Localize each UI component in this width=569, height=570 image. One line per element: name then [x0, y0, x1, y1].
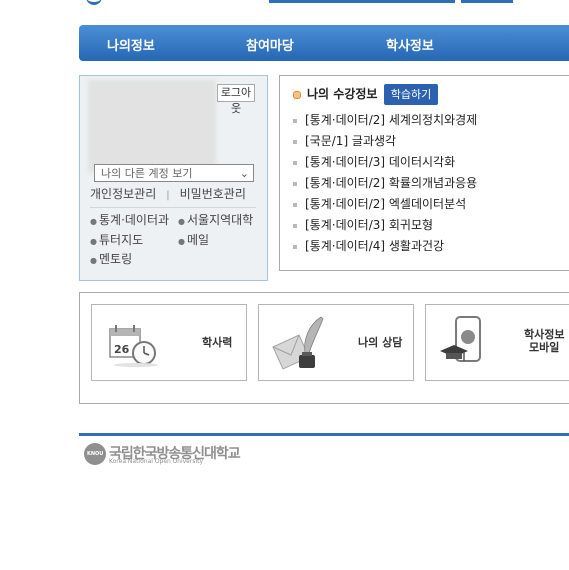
mobile-label: 학사정보 모바일 [524, 328, 564, 354]
footer-divider [79, 433, 569, 436]
bullet-icon: ● [178, 217, 185, 226]
service-label: 튜터지도 [98, 233, 144, 247]
service-label: 서울지역대학 [186, 213, 254, 227]
bullet-icon [293, 202, 297, 207]
course-item[interactable]: [통계·데이터/2] 엑셀데이터분석 [293, 195, 477, 216]
divider [90, 207, 256, 208]
user-info-panel: 로그아웃 나의 다른 계정 보기 ⌄ 개인정보관리 | 비밀번호관리 ● 통계·데이터… [79, 75, 268, 281]
header-logo-partial [86, 0, 102, 5]
course-label: [통계·데이터/2] 엑셀데이터분석 [305, 197, 467, 211]
course-list: [통계·데이터/2] 세계의정치와경제 [국문/1] 글과생각 [통계·데이터/… [293, 111, 477, 258]
courses-title-text: 나의 수강정보 [307, 87, 378, 101]
service-link-region[interactable]: ● 서울지역대학 [178, 211, 253, 228]
svg-text:26: 26 [114, 343, 130, 356]
bullet-icon [293, 90, 301, 99]
quick-links-panel: 26 학사력 나의 상담 학사정보 모바일 [79, 292, 569, 404]
bullet-icon [293, 223, 297, 228]
bullet-icon: ● [90, 256, 97, 265]
service-label: 통계·데이터과 [98, 213, 170, 227]
course-item[interactable]: [통계·데이터/3] 회귀모형 [293, 216, 477, 237]
search-bar-partial[interactable] [269, 0, 455, 3]
university-emblem-icon: KNOU [84, 443, 106, 465]
course-item[interactable]: [통계·데이터/2] 확률의개념과응용 [293, 174, 477, 195]
account-select-value: 나의 다른 계정 보기 [101, 167, 193, 180]
emblem-text: KNOU [87, 451, 104, 457]
university-name-en: Korea National Open University [109, 458, 204, 465]
course-label: [국문/1] 글과생각 [305, 134, 397, 148]
separator: | [166, 190, 170, 201]
course-label: [통계·데이터/2] 세계의정치와경제 [305, 113, 478, 127]
global-nav: 나의정보 참여마당 학사정보 [79, 25, 569, 61]
bullet-icon: ● [90, 237, 97, 246]
quick-link-counsel[interactable]: 나의 상담 [258, 304, 414, 381]
mobile-graduation-icon [440, 316, 481, 362]
user-info-redacted [88, 80, 216, 172]
courses-title: 나의 수강정보 [293, 85, 377, 102]
nav-item-academic[interactable]: 학사정보 [386, 35, 434, 54]
course-item[interactable]: [국문/1] 글과생각 [293, 132, 477, 153]
service-link-department[interactable]: ● 통계·데이터과 [90, 211, 169, 228]
service-label: 메일 [186, 233, 210, 247]
service-label: 멘토링 [98, 252, 133, 266]
service-link-mentoring[interactable]: ● 멘토링 [90, 250, 132, 267]
course-item[interactable]: [통계·데이터/3] 데이터시각화 [293, 153, 477, 174]
bullet-icon: ● [90, 217, 97, 226]
calendar-label: 학사력 [202, 336, 233, 349]
nav-item-my-info[interactable]: 나의정보 [107, 35, 155, 54]
counsel-label: 나의 상담 [358, 336, 403, 349]
user-links: 개인정보관리 | 비밀번호관리 [90, 185, 246, 202]
bullet-icon [293, 181, 297, 186]
account-select[interactable]: 나의 다른 계정 보기 ⌄ [94, 164, 254, 182]
my-courses-panel: 나의 수강정보 학습하기 [통계·데이터/2] 세계의정치와경제 [국문/1] … [279, 75, 569, 271]
bullet-icon [293, 139, 297, 144]
logout-button[interactable]: 로그아웃 [217, 84, 255, 115]
quick-link-calendar[interactable]: 26 학사력 [91, 304, 247, 381]
mobile-label-line2: 모바일 [529, 341, 560, 354]
service-link-tutor[interactable]: ● 튜터지도 [90, 231, 143, 248]
study-button[interactable]: 학습하기 [384, 84, 438, 105]
chevron-down-icon: ⌄ [239, 167, 249, 180]
course-label: [통계·데이터/4] 생활과건강 [305, 239, 445, 253]
calendar-clock-icon: 26 [109, 325, 158, 367]
bullet-icon [293, 244, 297, 249]
password-link[interactable]: 비밀번호관리 [180, 187, 246, 201]
mobile-label-line1: 학사정보 [524, 328, 565, 341]
letter-quill-icon [272, 316, 324, 370]
service-link-mail[interactable]: ● 메일 [178, 231, 209, 248]
course-label: [통계·데이터/3] 회귀모형 [305, 218, 434, 232]
bullet-icon [293, 118, 297, 123]
search-button-partial[interactable] [461, 0, 513, 3]
bullet-icon [293, 160, 297, 165]
profile-link[interactable]: 개인정보관리 [90, 187, 156, 201]
course-label: [통계·데이터/3] 데이터시각화 [305, 155, 456, 169]
course-item[interactable]: [통계·데이터/2] 세계의정치와경제 [293, 111, 477, 132]
course-label: [통계·데이터/2] 확률의개념과응용 [305, 176, 478, 190]
nav-item-community[interactable]: 참여마당 [246, 35, 294, 54]
bullet-icon: ● [178, 237, 185, 246]
quick-link-mobile[interactable]: 학사정보 모바일 [425, 304, 569, 381]
course-item[interactable]: [통계·데이터/4] 생활과건강 [293, 237, 477, 258]
